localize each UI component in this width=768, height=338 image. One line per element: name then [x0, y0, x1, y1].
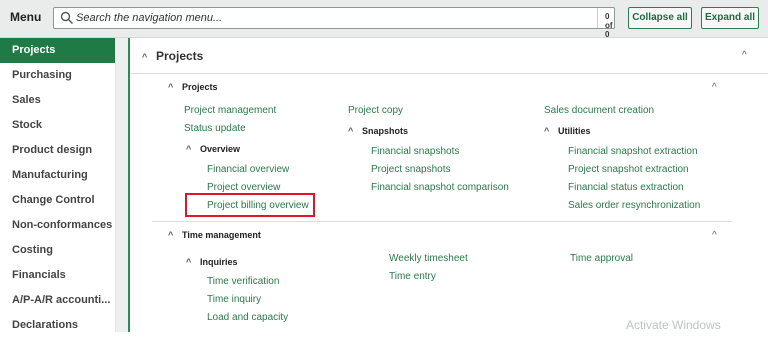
- group-header-projects[interactable]: ^ Projects: [168, 82, 218, 92]
- link-project-snapshots[interactable]: Project snapshots: [371, 164, 451, 175]
- sidebar-item-manufacturing[interactable]: Manufacturing: [0, 163, 115, 188]
- link-sales-order-resynchronization[interactable]: Sales order resynchronization: [568, 200, 700, 211]
- sidebar-item-financials[interactable]: Financials: [0, 263, 115, 288]
- search-result-count: 0 of 0: [605, 12, 613, 39]
- subgroup-header-overview[interactable]: ^ Overview: [186, 144, 240, 154]
- link-project-copy[interactable]: Project copy: [348, 105, 403, 116]
- link-financial-snapshot-comparison[interactable]: Financial snapshot comparison: [371, 182, 509, 193]
- link-financial-snapshot-extraction[interactable]: Financial snapshot extraction: [568, 146, 698, 157]
- link-financial-status-extraction[interactable]: Financial status extraction: [568, 182, 684, 193]
- top-bar: Menu 0 of 0 ⌵ ^ Collapse all Expand all: [0, 0, 768, 39]
- search-input[interactable]: [76, 9, 496, 27]
- link-time-inquiry[interactable]: Time inquiry: [207, 294, 261, 305]
- sidebar-item-ap-ar-accounting[interactable]: A/P-A/R accounti...: [0, 288, 115, 313]
- subgroup-header-utilities[interactable]: ^ Utilities: [544, 126, 591, 136]
- search-icon: [60, 11, 73, 24]
- chevron-up-icon: ^: [186, 144, 192, 154]
- subgroup-header-inquiries[interactable]: ^ Inquiries: [186, 257, 238, 267]
- link-load-and-capacity[interactable]: Load and capacity: [207, 312, 288, 323]
- chevron-up-icon: ^: [168, 82, 174, 92]
- chevron-up-icon: ^: [544, 126, 550, 136]
- link-time-approval[interactable]: Time approval: [570, 253, 633, 264]
- link-time-verification[interactable]: Time verification: [207, 276, 279, 287]
- group-header-time-management[interactable]: ^ Time management: [168, 230, 261, 240]
- link-time-entry[interactable]: Time entry: [389, 271, 436, 282]
- link-project-snapshot-extraction[interactable]: Project snapshot extraction: [568, 164, 689, 175]
- menu-title: Menu: [10, 10, 42, 24]
- chevron-up-icon: ^: [348, 126, 354, 136]
- chevron-up-icon[interactable]: ^: [742, 50, 747, 61]
- collapse-all-button[interactable]: Collapse all: [628, 7, 692, 29]
- sidebar-item-costing[interactable]: Costing: [0, 238, 115, 263]
- highlight-box: [185, 193, 315, 217]
- link-project-management[interactable]: Project management: [184, 105, 276, 116]
- search-divider: [597, 8, 598, 28]
- chevron-up-icon: ^: [168, 230, 174, 240]
- link-sales-document-creation[interactable]: Sales document creation: [544, 105, 654, 116]
- search-box[interactable]: 0 of 0 ⌵ ^: [53, 7, 655, 39]
- link-project-overview[interactable]: Project overview: [207, 182, 280, 193]
- sidebar-item-stock[interactable]: Stock: [0, 113, 115, 138]
- chevron-up-icon: ^: [142, 52, 148, 62]
- link-financial-overview[interactable]: Financial overview: [207, 164, 289, 175]
- sidebar: Projects Purchasing Sales Stock Product …: [0, 38, 116, 332]
- activate-windows-watermark: Activate Windows: [626, 318, 721, 332]
- sidebar-item-sales[interactable]: Sales: [0, 88, 115, 113]
- chevron-up-icon[interactable]: ^: [712, 82, 717, 93]
- section-divider: [130, 73, 768, 74]
- link-financial-snapshots[interactable]: Financial snapshots: [371, 146, 459, 157]
- sidebar-item-non-conformances[interactable]: Non-conformances: [0, 213, 115, 238]
- sidebar-item-change-control[interactable]: Change Control: [0, 188, 115, 213]
- sidebar-scroll-gutter: [116, 38, 128, 332]
- group-divider: [152, 221, 732, 222]
- main-content: ^ Projects ^ ^ Projects ^ Project manageme…: [130, 38, 768, 332]
- sidebar-item-purchasing[interactable]: Purchasing: [0, 63, 115, 88]
- link-status-update[interactable]: Status update: [184, 123, 246, 134]
- sidebar-item-declarations[interactable]: Declarations: [0, 313, 115, 338]
- link-weekly-timesheet[interactable]: Weekly timesheet: [389, 253, 468, 264]
- chevron-up-icon[interactable]: ^: [712, 230, 717, 241]
- subgroup-header-snapshots[interactable]: ^ Snapshots: [348, 126, 408, 136]
- sidebar-item-projects[interactable]: Projects: [0, 38, 115, 63]
- expand-all-button[interactable]: Expand all: [701, 7, 759, 29]
- sidebar-item-product-design[interactable]: Product design: [0, 138, 115, 163]
- section-header-projects[interactable]: ^ Projects: [142, 49, 203, 63]
- chevron-up-icon: ^: [186, 257, 192, 267]
